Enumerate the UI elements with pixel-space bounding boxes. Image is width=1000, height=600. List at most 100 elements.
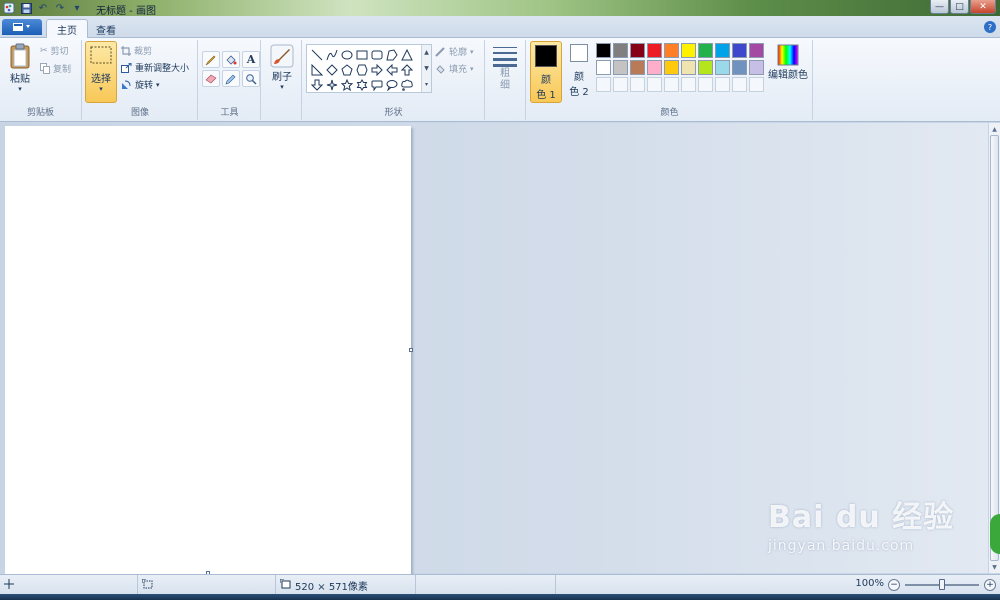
custom-color-slot[interactable] (596, 77, 611, 92)
curve-shape-icon[interactable] (324, 47, 339, 62)
triangle-shape-icon[interactable] (399, 47, 414, 62)
color-swatch[interactable] (715, 43, 730, 58)
text-icon[interactable]: A (242, 51, 260, 68)
app-icon[interactable] (2, 2, 16, 15)
size-button[interactable]: 粗细 (491, 45, 519, 92)
drawing-canvas[interactable] (5, 126, 411, 574)
zoom-out-icon[interactable]: − (888, 579, 900, 591)
shapes-gallery[interactable]: ▲ ▼ ▾ (306, 44, 432, 93)
color-swatch[interactable] (647, 60, 662, 75)
tab-home[interactable]: 主页 (46, 19, 88, 39)
group-label-tools: 工具 (220, 108, 239, 118)
edit-colors-button[interactable]: 编辑颜色 (767, 44, 809, 81)
custom-color-slot[interactable] (664, 77, 679, 92)
five-point-star-icon[interactable] (339, 77, 354, 92)
fill-icon[interactable] (222, 51, 240, 68)
color-swatch[interactable] (596, 60, 611, 75)
color-swatch[interactable] (664, 43, 679, 58)
left-arrow-shape-icon[interactable] (384, 62, 399, 77)
four-point-star-icon[interactable] (324, 77, 339, 92)
rotate-button[interactable]: 旋转 ▾ (121, 78, 160, 91)
redo-icon[interactable]: ↷ (53, 2, 67, 15)
fill-button[interactable]: 填充 ▾ (435, 62, 474, 75)
outline-button[interactable]: 轮廓 ▾ (435, 45, 474, 58)
color-swatch[interactable] (630, 60, 645, 75)
scrollbar-thumb[interactable] (990, 135, 999, 561)
undo-icon[interactable]: ↶ (36, 2, 50, 15)
shapes-scrollbar[interactable]: ▲ ▼ ▾ (421, 45, 431, 92)
custom-color-slot[interactable] (613, 77, 628, 92)
resize-button[interactable]: 重新调整大小 (121, 61, 189, 74)
color-swatch[interactable] (698, 60, 713, 75)
right-arrow-shape-icon[interactable] (369, 62, 384, 77)
color-swatch[interactable] (630, 43, 645, 58)
scroll-down-icon[interactable]: ▼ (990, 562, 999, 572)
line-shape-icon[interactable] (309, 47, 324, 62)
custom-color-slot[interactable] (630, 77, 645, 92)
minimize-button[interactable]: — (930, 0, 949, 14)
custom-color-slot[interactable] (715, 77, 730, 92)
hexagon-shape-icon[interactable] (354, 62, 369, 77)
oval-callout-icon[interactable] (384, 77, 399, 92)
color-picker-icon[interactable] (222, 70, 240, 87)
color2-button[interactable]: 颜 色 2 (565, 44, 593, 98)
cut-button[interactable]: ✂ 剪切 (40, 44, 69, 58)
color1-button[interactable]: 颜 色 1 (530, 41, 562, 103)
color-swatch[interactable] (664, 60, 679, 75)
rounded-callout-icon[interactable] (369, 77, 384, 92)
cloud-callout-icon[interactable] (399, 77, 414, 92)
color-swatch[interactable] (681, 60, 696, 75)
floating-widget[interactable] (990, 514, 1000, 554)
custom-color-slot[interactable] (732, 77, 747, 92)
color-swatch[interactable] (732, 60, 747, 75)
save-icon[interactable] (19, 2, 33, 15)
customize-qat-icon[interactable]: ▾ (70, 2, 84, 15)
zoom-in-icon[interactable]: + (984, 579, 996, 591)
pencil-icon[interactable] (202, 51, 220, 68)
color-swatch[interactable] (749, 43, 764, 58)
resize-handle-right[interactable] (409, 348, 413, 352)
close-button[interactable]: ✕ (970, 0, 996, 14)
rectangle-shape-icon[interactable] (354, 47, 369, 62)
eraser-icon[interactable] (202, 70, 220, 87)
custom-color-slot[interactable] (647, 77, 662, 92)
diamond-shape-icon[interactable] (324, 62, 339, 77)
vertical-scrollbar[interactable]: ▲ ▼ (988, 123, 1000, 573)
polygon-shape-icon[interactable] (384, 47, 399, 62)
color-swatch[interactable] (647, 43, 662, 58)
zoom-slider[interactable] (905, 579, 979, 590)
scroll-up-icon[interactable]: ▲ (424, 49, 429, 56)
color-swatch[interactable] (698, 43, 713, 58)
zoom-slider-thumb[interactable] (939, 579, 945, 590)
paint-menu-button[interactable] (2, 19, 42, 35)
copy-button[interactable]: 复制 (40, 62, 71, 75)
tab-view[interactable]: 查看 (86, 19, 126, 39)
color-swatch[interactable] (715, 60, 730, 75)
paste-button[interactable]: 粘贴 ▾ (4, 42, 36, 93)
scroll-up-icon[interactable]: ▲ (990, 124, 999, 134)
rounded-rectangle-shape-icon[interactable] (369, 47, 384, 62)
color-swatch[interactable] (681, 43, 696, 58)
pentagon-shape-icon[interactable] (339, 62, 354, 77)
help-icon[interactable]: ? (984, 21, 996, 33)
custom-color-slot[interactable] (681, 77, 696, 92)
brushes-button[interactable]: 刷子 ▾ (268, 44, 296, 91)
maximize-button[interactable]: □ (950, 0, 969, 14)
down-arrow-shape-icon[interactable] (309, 77, 324, 92)
select-button[interactable]: 选择 ▾ (85, 41, 117, 103)
expand-gallery-icon[interactable]: ▾ (425, 81, 428, 88)
color-swatch[interactable] (732, 43, 747, 58)
crop-button[interactable]: 裁剪 (121, 44, 152, 57)
magnifier-icon[interactable] (242, 70, 260, 87)
custom-color-slot[interactable] (749, 77, 764, 92)
color-swatch[interactable] (749, 60, 764, 75)
color-swatch[interactable] (613, 60, 628, 75)
color-swatch[interactable] (613, 43, 628, 58)
right-triangle-shape-icon[interactable] (309, 62, 324, 77)
color-swatch[interactable] (596, 43, 611, 58)
up-arrow-shape-icon[interactable] (399, 62, 414, 77)
six-point-star-icon[interactable] (354, 77, 369, 92)
scroll-down-icon[interactable]: ▼ (424, 65, 429, 72)
oval-shape-icon[interactable] (339, 47, 354, 62)
custom-color-slot[interactable] (698, 77, 713, 92)
